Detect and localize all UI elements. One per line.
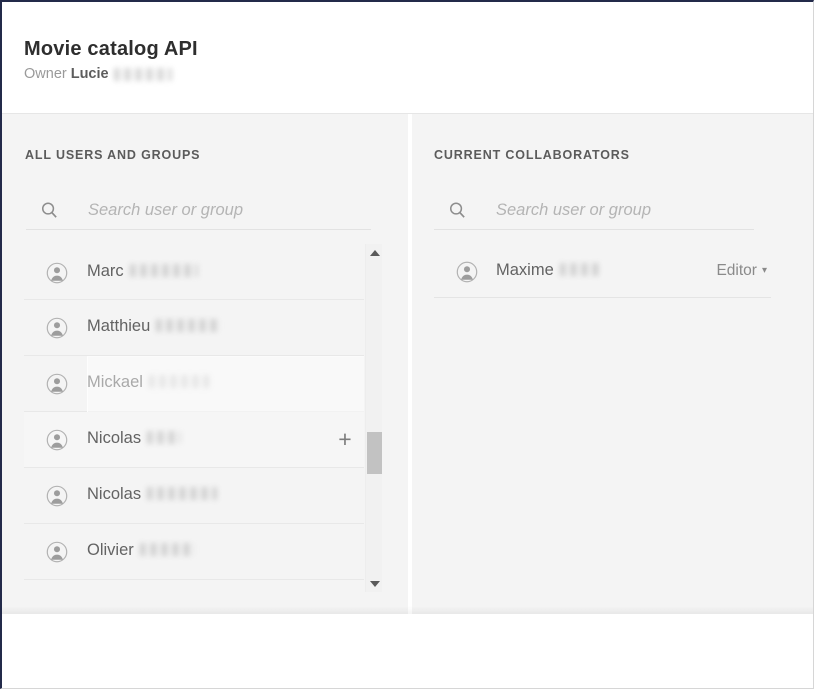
role-value: Editor [716, 262, 757, 279]
list-scrollbar[interactable] [365, 244, 382, 592]
list-item-label: Nicolas [87, 485, 217, 504]
avatar [46, 317, 68, 339]
list-item-label: Nicolas [87, 429, 181, 448]
owner-line: OwnerLucie [24, 66, 172, 82]
redacted-surname [560, 263, 600, 276]
list-item[interactable]: Matthieu [24, 300, 364, 356]
list-item[interactable]: Marc [24, 244, 364, 300]
redacted-surname [130, 264, 198, 277]
list-item[interactable]: Mickael [24, 356, 364, 412]
collaborators-search-row [434, 192, 754, 230]
dialog-header: Movie catalog API OwnerLucie [2, 2, 813, 114]
collaborators-list: Maxime Editor ▾ [434, 246, 771, 298]
triangle-down-icon [370, 581, 380, 587]
current-collaborators-heading: CURRENT COLLABORATORS [434, 148, 630, 162]
role-dropdown[interactable]: Editor ▾ [716, 262, 767, 280]
owner-name: Lucie [71, 66, 109, 82]
triangle-up-icon [370, 250, 380, 256]
search-input[interactable] [88, 196, 363, 224]
dialog-footer: CANCEL ADD AS ...⌄ SHARE [2, 614, 813, 689]
search-icon [40, 201, 59, 220]
dialog-body: ALL USERS AND GROUPS [2, 114, 813, 614]
redacted-surname [149, 375, 209, 388]
redacted-owner-surname [114, 68, 172, 81]
list-item-label: Maxime [496, 261, 600, 280]
search-icon [448, 201, 467, 220]
search-input[interactable] [496, 196, 771, 224]
redacted-surname [156, 319, 220, 332]
current-collaborators-panel: CURRENT COLLABORATORS [412, 114, 813, 614]
list-item[interactable]: Maxime Editor ▾ [434, 246, 771, 298]
all-users-search-row [26, 192, 371, 230]
redacted-surname [147, 487, 217, 500]
list-item[interactable]: Nicolas + [24, 412, 364, 468]
add-user-icon[interactable]: + [334, 429, 356, 451]
scroll-down-button[interactable] [366, 575, 383, 592]
scrollbar-thumb[interactable] [367, 432, 382, 474]
avatar [46, 373, 68, 395]
avatar [46, 262, 68, 284]
users-and-groups-list[interactable]: Marc Matthieu [24, 244, 364, 592]
avatar [46, 541, 68, 563]
scroll-up-button[interactable] [366, 244, 383, 261]
avatar [46, 485, 68, 507]
all-users-heading: ALL USERS AND GROUPS [25, 148, 200, 162]
avatar [456, 261, 478, 283]
list-item-label: Olivier [87, 541, 195, 560]
list-item-label: Mickael [87, 373, 209, 392]
redacted-surname [140, 543, 195, 556]
list-item[interactable]: Nicolas [24, 468, 364, 524]
owner-label: Owner [24, 66, 67, 82]
redacted-surname [147, 431, 181, 444]
chevron-down-icon: ▾ [762, 265, 767, 276]
list-item[interactable]: Olivier [24, 524, 364, 580]
page-title: Movie catalog API [24, 38, 198, 61]
share-dialog-window: Movie catalog API OwnerLucie ALL USERS A… [0, 0, 814, 689]
all-users-and-groups-panel: ALL USERS AND GROUPS [2, 114, 408, 614]
list-item-label: Marc [87, 262, 198, 281]
avatar [46, 429, 68, 451]
list-item-label: Matthieu [87, 317, 220, 336]
